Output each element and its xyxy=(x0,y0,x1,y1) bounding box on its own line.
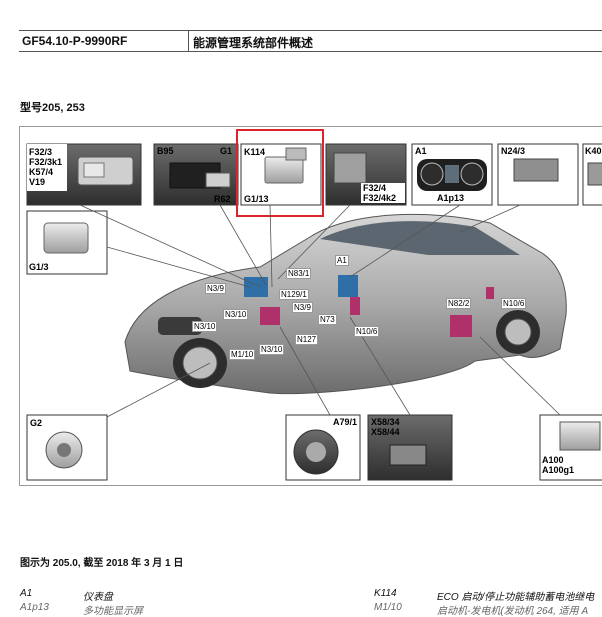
label-n39a: N3/9 xyxy=(205,283,226,294)
label-n1291: N129/1 xyxy=(279,289,309,300)
label-f32: F32/3 F32/3k1 K57/4 V19 xyxy=(29,147,63,187)
label-n822: N82/2 xyxy=(446,298,472,309)
legend-code-2: K114 xyxy=(374,588,397,599)
label-b95: B95 xyxy=(157,146,174,156)
label-a791: A79/1 xyxy=(333,417,358,427)
label-n310b: N3/10 xyxy=(192,321,218,332)
label-n127: N127 xyxy=(295,334,319,345)
label-a1p13: A1p13 xyxy=(437,193,465,203)
label-n831: N83/1 xyxy=(286,268,312,279)
legend-code-1: A1 xyxy=(20,588,33,599)
label-k40: K40 xyxy=(585,146,602,156)
label-g1: G1 xyxy=(220,146,233,156)
label-k114: K114 xyxy=(244,147,266,157)
label-n73: N73 xyxy=(318,314,337,325)
legend-code-3: A1p13 xyxy=(20,602,49,613)
label-n243: N24/3 xyxy=(501,146,526,156)
label-a1-car: A1 xyxy=(335,255,349,266)
legend-desc-2: ECO 启动/停止功能辅助蓄电池继电 xyxy=(437,592,595,603)
label-g2: G2 xyxy=(30,418,43,428)
document-header: GF54.10-P-9990RF 能源管理系统部件概述 xyxy=(19,30,602,52)
label-f324: F32/4 F32/4k2 xyxy=(363,183,397,203)
document-title: 能源管理系统部件概述 xyxy=(193,36,314,50)
label-n310c: N3/10 xyxy=(259,344,285,355)
label-n39b: N3/9 xyxy=(292,302,313,313)
label-m110: M1/10 xyxy=(229,349,256,360)
label-r62: R62 xyxy=(214,194,231,204)
label-n106b: N10/6 xyxy=(501,298,527,309)
label-g113: G1/13 xyxy=(244,194,269,204)
label-n310a: N3/10 xyxy=(223,309,249,320)
document-code: GF54.10-P-9990RF xyxy=(22,34,128,48)
component-overview-figure: F32/3 F32/3k1 K57/4 V19 B95 G1 R62 K114 … xyxy=(19,126,602,486)
legend-desc-1: 仪表盘 xyxy=(83,592,113,603)
legend-desc-3: 多功能显示屏 xyxy=(83,606,143,617)
model-line: 型号205, 253 xyxy=(20,102,85,114)
legend-desc-4: 启动机-发电机(发动机 264, 适用 A xyxy=(437,606,589,617)
label-g13: G1/3 xyxy=(29,262,49,272)
figure-caption: 图示为 205.0, 截至 2018 年 3 月 1 日 xyxy=(20,558,184,569)
label-x58: X58/34 X58/44 xyxy=(371,417,400,437)
legend-code-4: M1/10 xyxy=(374,602,402,613)
label-a100: A100 A100g1 xyxy=(542,455,575,475)
label-a1: A1 xyxy=(415,146,427,156)
label-n106a: N10/6 xyxy=(354,326,380,337)
header-divider xyxy=(188,31,189,51)
